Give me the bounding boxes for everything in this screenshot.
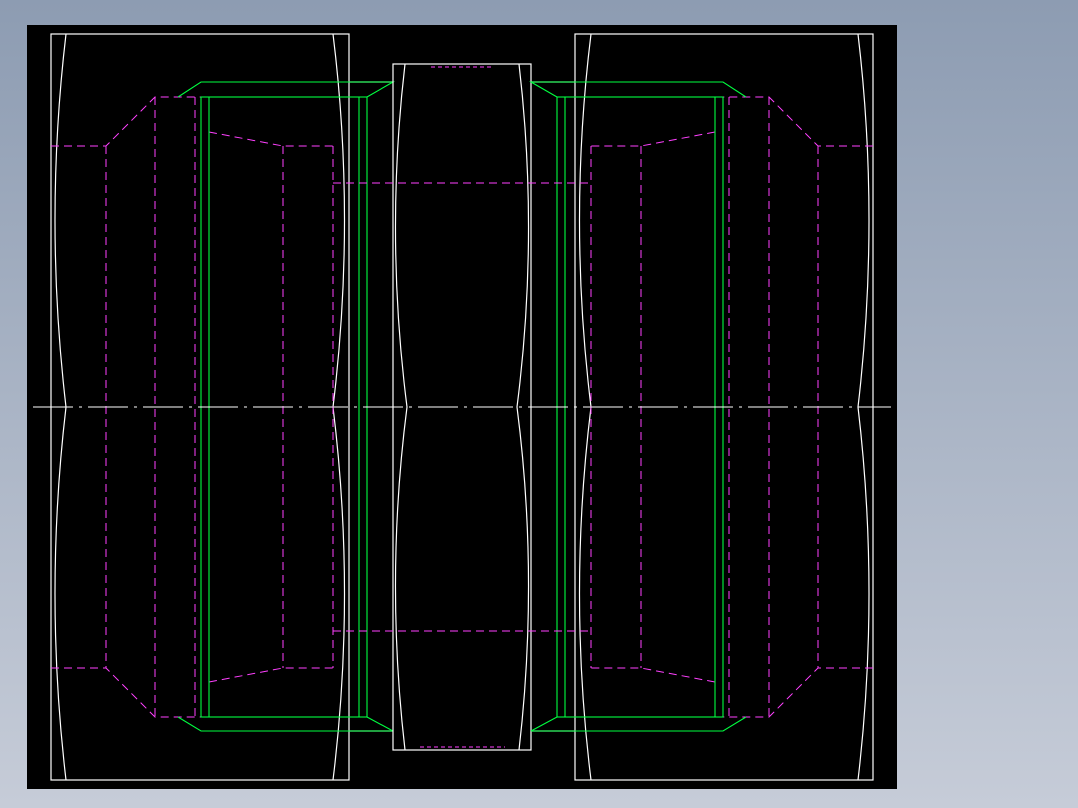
cad-drawing[interactable] (0, 0, 1078, 808)
cad-viewport[interactable] (0, 0, 1078, 808)
